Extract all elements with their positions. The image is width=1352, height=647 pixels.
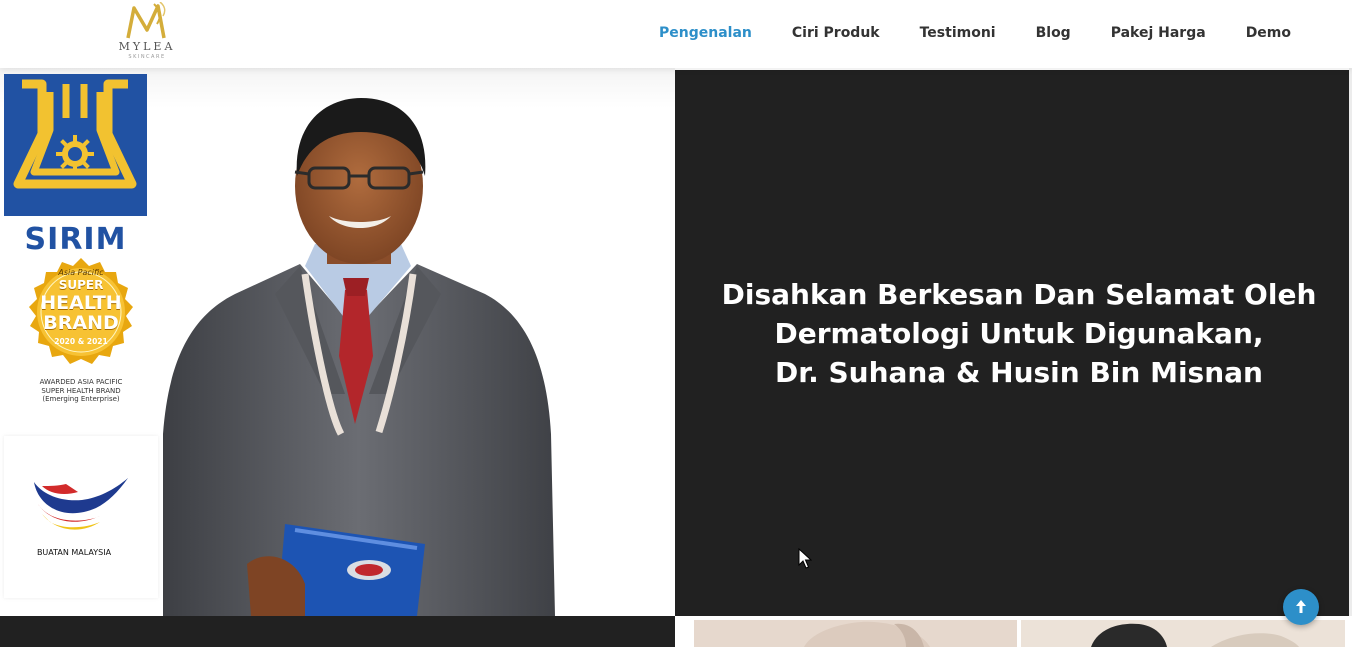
award-caption-line: SUPER HEALTH BRAND <box>41 386 121 395</box>
nav-item-demo[interactable]: Demo <box>1246 22 1291 46</box>
nav-item-testimoni[interactable]: Testimoni <box>920 22 996 46</box>
hero-heading-line: Dermatologi Untuk Digunakan, <box>774 317 1264 350</box>
main-nav: Pengenalan Ciri Produk Testimoni Blog Pa… <box>640 22 1291 46</box>
seal-line-health: HEALTH <box>40 292 122 314</box>
buatan-malaysia-badge: BUATAN MALAYSIA <box>4 436 158 598</box>
nav-item-ciri-produk[interactable]: Ciri Produk <box>792 22 880 46</box>
sirim-flask-icon <box>13 79 137 189</box>
seal-line-super: SUPER <box>58 278 104 292</box>
brand-logo[interactable]: MYLEA SKINCARE <box>112 0 182 64</box>
testimonial-photo-image <box>694 620 1017 647</box>
testimonial-photo <box>694 620 1017 647</box>
next-section-dark <box>0 616 675 647</box>
award-caption: AWARDED ASIA PACIFIC SUPER HEALTH BRAND … <box>26 378 136 404</box>
next-section-photos <box>675 616 1352 647</box>
brand-subtitle: SKINCARE <box>128 54 166 60</box>
hero-statement-panel: Disahkan Berkesan Dan Selamat Oleh Derma… <box>675 70 1349 616</box>
nav-item-pakej-harga[interactable]: Pakej Harga <box>1111 22 1206 46</box>
award-caption-line: (Emerging Enterprise) <box>42 395 120 403</box>
seal-line-brand: BRAND <box>43 312 119 334</box>
certification-image-panel: SIRIM Asia Pacific SUPER HEALTH BRAND 20… <box>0 68 675 616</box>
arrow-up-icon <box>1296 600 1306 613</box>
doctor-portrait-image <box>163 98 555 616</box>
buatan-malaysia-logo-icon <box>34 478 128 530</box>
mouse-pointer-icon <box>798 548 812 569</box>
site-header: MYLEA SKINCARE Pengenalan Ciri Produk Te… <box>0 0 1352 68</box>
nav-item-pengenalan[interactable]: Pengenalan <box>659 22 752 46</box>
nav-item-blog[interactable]: Blog <box>1036 22 1071 46</box>
logo-mark-icon <box>126 2 166 39</box>
hero-heading-line: Dr. Suhana & Husin Bin Misnan <box>775 356 1263 389</box>
brand-name: MYLEA <box>118 40 176 53</box>
seal-line-asia-pacific: Asia Pacific <box>58 268 104 277</box>
hero-heading: Disahkan Berkesan Dan Selamat Oleh Derma… <box>705 275 1333 392</box>
sirim-badge: SIRIM <box>4 74 147 257</box>
scroll-to-top-button[interactable] <box>1283 589 1319 625</box>
award-caption-line: AWARDED ASIA PACIFIC <box>39 378 123 386</box>
seal-years: 2020 & 2021 <box>54 337 108 346</box>
buatan-malaysia-label: BUATAN MALAYSIA <box>36 548 112 557</box>
hero-heading-line: Disahkan Berkesan Dan Selamat Oleh <box>721 278 1317 311</box>
sirim-emblem <box>4 74 147 216</box>
sirim-label: SIRIM <box>24 222 127 257</box>
